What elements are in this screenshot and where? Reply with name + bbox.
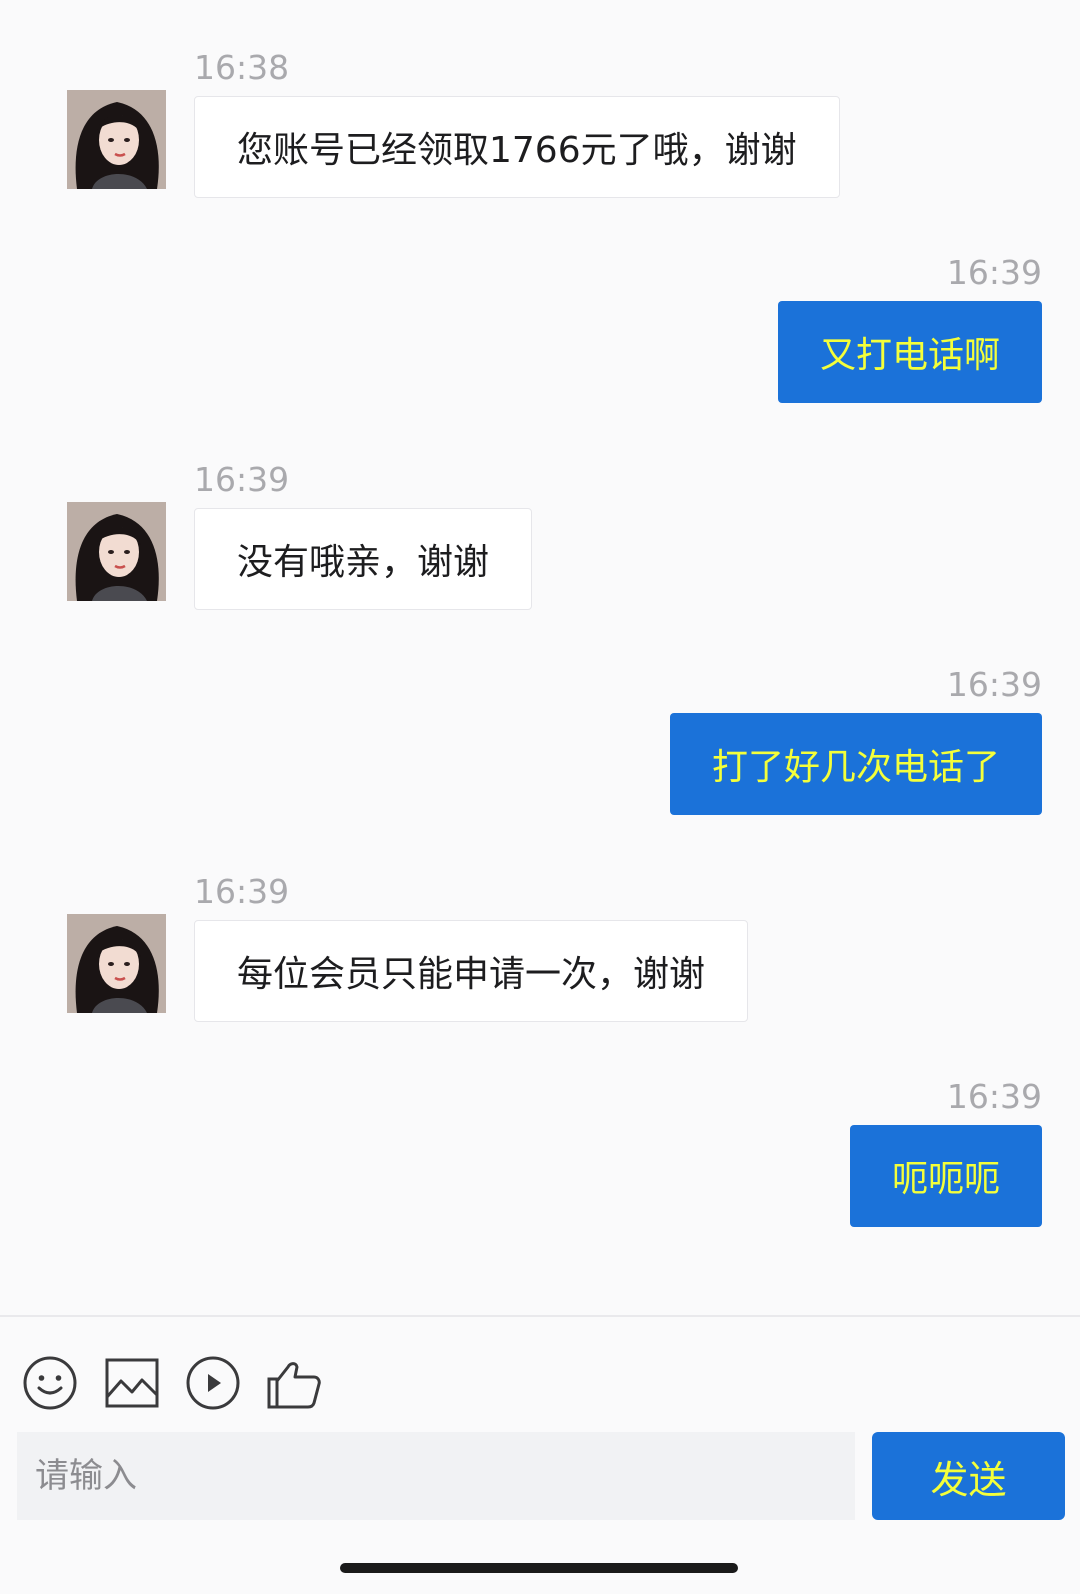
incoming-message: 16:39 没有哦亲，谢谢 [0, 460, 1080, 620]
composer-divider [0, 1315, 1080, 1317]
thumbs-up-icon[interactable] [266, 1355, 322, 1411]
message-bubble[interactable]: 没有哦亲，谢谢 [194, 508, 533, 610]
message-bubble[interactable]: 每位会员只能申请一次，谢谢 [194, 920, 749, 1022]
message-bubble[interactable]: 打了好几次电话了 [669, 713, 1042, 815]
image-icon[interactable] [104, 1355, 160, 1411]
avatar-portrait-icon [67, 914, 166, 1013]
avatar-portrait-icon [67, 90, 166, 189]
message-timestamp: 16:39 [194, 460, 290, 499]
composer: 发送 [0, 1432, 1080, 1520]
send-button[interactable]: 发送 [872, 1432, 1065, 1520]
avatar[interactable] [67, 502, 166, 601]
avatar-portrait-icon [67, 502, 166, 601]
outgoing-message: 16:39 又打电话啊 [0, 253, 1080, 413]
message-bubble[interactable]: 呃呃呃 [849, 1125, 1042, 1227]
message-timestamp: 16:39 [946, 665, 1042, 704]
video-play-icon[interactable] [185, 1355, 241, 1411]
composer-toolbar [0, 1355, 1080, 1411]
outgoing-message: 16:39 呃呃呃 [0, 1077, 1080, 1237]
emoji-icon[interactable] [22, 1355, 78, 1411]
avatar[interactable] [67, 90, 166, 189]
message-bubble[interactable]: 您账号已经领取1766元了哦，谢谢 [194, 96, 840, 198]
avatar[interactable] [67, 914, 166, 1013]
message-timestamp: 16:39 [946, 1077, 1042, 1116]
message-timestamp: 16:39 [194, 872, 290, 911]
home-indicator[interactable] [340, 1563, 738, 1573]
incoming-message: 16:38 您账号已经领取1766元了哦，谢谢 [0, 48, 1080, 208]
incoming-message: 16:39 每位会员只能申请一次，谢谢 [0, 872, 1080, 1032]
chat-message-list[interactable]: 16:38 您账号已经领取1766元了哦，谢谢 16:39 又打电话啊 16:3… [0, 0, 1080, 1316]
message-bubble[interactable]: 又打电话啊 [777, 301, 1042, 403]
outgoing-message: 16:39 打了好几次电话了 [0, 665, 1080, 825]
message-timestamp: 16:39 [946, 253, 1042, 292]
message-timestamp: 16:38 [194, 48, 290, 87]
message-input[interactable] [17, 1432, 855, 1520]
